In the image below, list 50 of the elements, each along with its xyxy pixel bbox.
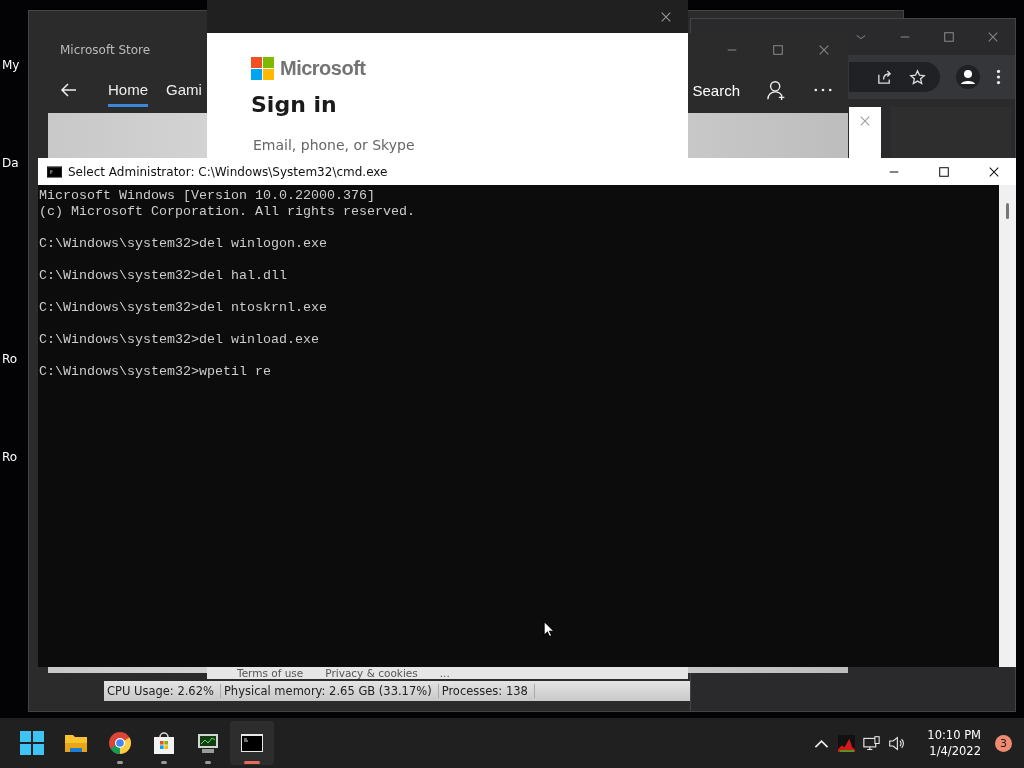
address-bar[interactable] (849, 62, 940, 92)
search-link[interactable]: Search (692, 81, 740, 99)
window-title: Microsoft Store (60, 43, 151, 57)
terminal-icon (240, 731, 264, 755)
desktop-icon-label[interactable]: Ro (2, 352, 18, 366)
console-line: C:\Windows\system32>del hal.dll (39, 268, 288, 284)
nav-tab[interactable]: Gami (166, 73, 202, 107)
desktop-icon-label[interactable]: My (2, 58, 20, 72)
monitor-chart-icon (196, 731, 220, 755)
windows-logo-icon (20, 731, 44, 755)
date-text: 1/4/2022 (929, 743, 981, 759)
scrollbar[interactable] (999, 185, 1016, 667)
star-icon[interactable] (909, 68, 926, 86)
shopping-bag-icon (152, 731, 176, 755)
speaker-icon[interactable] (888, 734, 906, 752)
network-icon[interactable] (863, 734, 881, 752)
footer-link[interactable]: Terms of use (237, 667, 304, 679)
status-text: Physical memory: 2.65 GB (33.17%) (220, 684, 439, 698)
profile-icon[interactable] (956, 65, 980, 89)
share-icon[interactable] (876, 68, 893, 86)
logo-icon (251, 57, 274, 80)
window-title: Select Administrator: C:\Windows\System32\cmd.exe (68, 164, 388, 179)
footer-link[interactable]: Privacy & cookies (325, 667, 418, 679)
status-text: Processes: 138 (438, 684, 535, 698)
dialog-title: Sign in (251, 92, 337, 117)
brand-name: Microsoft (280, 57, 366, 80)
console-line: C:\Windows\system32>wpetil re (39, 364, 272, 380)
console-line: Microsoft Windows [Version 10.0.22000.376] (39, 188, 376, 204)
nav-tab[interactable]: Home (108, 73, 148, 107)
terminal-icon (47, 165, 62, 178)
maximize-icon[interactable] (938, 165, 950, 178)
footer-link[interactable]: ... (439, 667, 450, 679)
desktop-icon-label[interactable]: Ro (2, 450, 18, 464)
more-icon[interactable] (814, 88, 832, 92)
console-line: (c) Microsoft Corporation. All rights reserved. (39, 204, 416, 220)
console-line: C:\Windows\system32>del winlogon.exe (39, 236, 328, 252)
clock[interactable]: 10:10 PM 1/4/2022 (927, 727, 981, 759)
taskbar-button[interactable] (230, 721, 274, 765)
mouse-pointer-icon (543, 620, 554, 638)
more-icon[interactable] (996, 69, 1001, 85)
notification-badge[interactable]: 3 (995, 734, 1012, 752)
activity-graph-icon[interactable] (838, 734, 856, 752)
console-line: C:\Windows\system32>del winload.exe (39, 332, 320, 348)
chrome-icon (108, 731, 132, 755)
console-line: C:\Windows\system32>del ntoskrnl.exe (39, 300, 328, 316)
back-arrow-icon[interactable] (60, 81, 78, 99)
status-text: CPU Usage: 2.62% (104, 684, 221, 698)
time-text: 10:10 PM (927, 727, 981, 743)
close-icon[interactable] (988, 165, 1000, 178)
desktop-icon-label[interactable]: Da (2, 156, 19, 170)
